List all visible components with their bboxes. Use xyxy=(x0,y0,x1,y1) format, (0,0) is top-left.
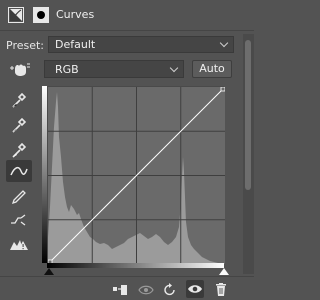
edit-points-curve-icon[interactable] xyxy=(6,160,32,182)
auto-button[interactable]: Auto xyxy=(192,60,232,78)
panel-header: Curves xyxy=(0,0,254,30)
curves-properties-panel: Curves Preset: Default RGB Auto xyxy=(0,0,254,300)
sample-black-point-icon[interactable] xyxy=(6,89,32,111)
sample-white-point-icon[interactable] xyxy=(6,139,32,161)
clipping-warning-icon[interactable] xyxy=(6,233,32,255)
panel-title: Curves xyxy=(56,8,95,21)
view-previous-state-icon[interactable] xyxy=(137,282,155,297)
input-gradient-bar xyxy=(47,263,224,268)
curves-graph[interactable] xyxy=(47,86,225,264)
pencil-icon[interactable] xyxy=(6,186,32,208)
adjustment-layer-icon[interactable] xyxy=(8,7,24,23)
preset-value: Default xyxy=(55,38,96,51)
targeted-adjustment-hand-icon[interactable] xyxy=(9,60,31,78)
reset-icon[interactable] xyxy=(161,282,179,297)
smooth-curve-icon[interactable] xyxy=(6,209,32,231)
chevron-down-icon xyxy=(219,38,229,48)
scrollbar-thumb[interactable] xyxy=(245,40,251,190)
channel-dropdown[interactable]: RGB xyxy=(44,60,184,78)
eye-icon[interactable] xyxy=(186,280,204,298)
layer-mask-icon[interactable] xyxy=(33,7,49,23)
white-point-slider[interactable] xyxy=(219,268,229,275)
header-divider xyxy=(0,30,254,31)
preset-dropdown[interactable]: Default xyxy=(48,36,234,53)
trash-icon[interactable] xyxy=(212,282,230,297)
preset-label: Preset: xyxy=(6,39,45,52)
curve-point-white[interactable] xyxy=(220,87,225,92)
clip-to-layer-icon[interactable] xyxy=(111,282,129,297)
bottom-toolbar xyxy=(0,276,254,300)
sample-gray-point-icon[interactable] xyxy=(6,114,32,136)
channel-value: RGB xyxy=(55,63,79,76)
curves-graph-canvas xyxy=(48,87,225,264)
black-point-slider[interactable] xyxy=(44,268,54,275)
chevron-down-icon xyxy=(169,63,179,73)
